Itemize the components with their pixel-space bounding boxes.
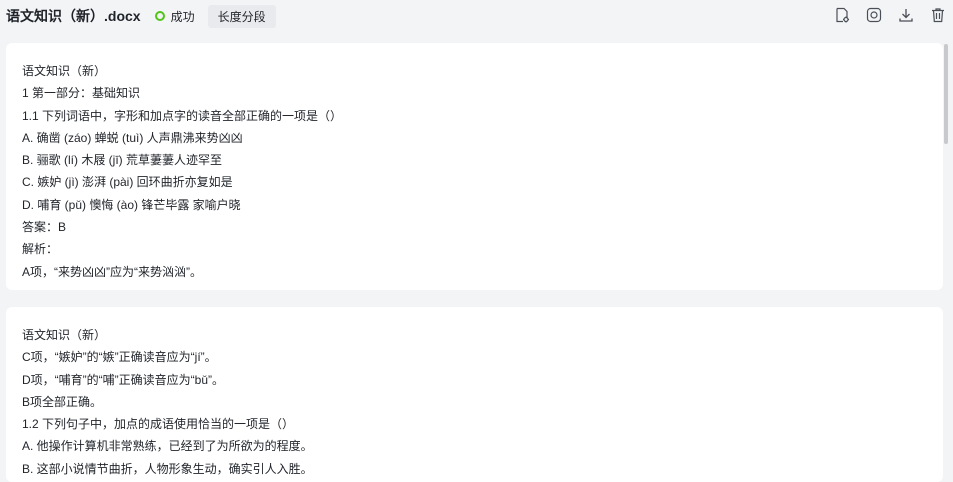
segment-line: B. 骊歌 (lí) 木屐 (jī) 荒草萋萋人迹罕至	[22, 153, 222, 168]
segment-line: A. 他操作计算机非常熟练，已经到了为所欲为的程度。	[22, 439, 313, 454]
segment-line: 1.2 下列句子中，加点的成语使用恰当的一项是（）	[22, 417, 295, 432]
vertical-scrollbar[interactable]	[944, 44, 948, 144]
screenshot-button[interactable]	[865, 6, 883, 24]
header-bar: 语文知识（新）.docx 成功 长度分段	[0, 0, 953, 32]
segment-line: 解析：	[22, 242, 59, 257]
status-label: 成功	[170, 9, 195, 24]
segment-mode-tag: 长度分段	[207, 4, 276, 28]
download-button[interactable]	[897, 6, 915, 24]
segment-line: 语文知识（新）	[22, 328, 107, 342]
segment-line: B. 这部小说情节曲折，人物形象生动，确实引人入胜。	[22, 461, 313, 476]
download-icon	[899, 9, 913, 22]
segment-card: 语文知识（新） C项，“嫉妒”的“嫉”正确读音应为“jí”。 D项，“哺育”的“…	[6, 307, 943, 482]
segment-line: D项，“哺育”的“哺”正确读音应为“bǔ”。	[22, 372, 224, 387]
status-indicator: 成功	[154, 8, 195, 25]
toolbar	[833, 6, 947, 24]
delete-button[interactable]	[929, 6, 947, 24]
segment-line: 1.1 下列词语中，字形和加点字的读音全部正确的一项是（）	[22, 108, 343, 123]
segment-line: B项全部正确。	[22, 394, 103, 409]
segment-line: A项，“来势凶凶”应为“来势汹汹”。	[22, 264, 202, 279]
camera-icon	[866, 7, 882, 23]
segment-line: D. 哺育 (pǔ) 懊悔 (ào) 锋芒毕露 家喻户晓	[22, 197, 241, 212]
segment-line: A. 确凿 (záo) 蝉蜕 (tuì) 人声鼎沸来势凶凶	[22, 130, 243, 145]
segment-line: 语文知识（新）	[22, 64, 107, 78]
segment-line: 1 第一部分：基础知识	[22, 86, 141, 101]
success-circle-icon	[154, 11, 165, 21]
segment-card: 语文知识（新） 1 第一部分：基础知识 1.1 下列词语中，字形和加点字的读音全…	[6, 43, 943, 290]
trash-icon	[932, 8, 944, 23]
segment-line: C项，“嫉妒”的“嫉”正确读音应为“jí”。	[22, 350, 217, 365]
segment-line: C. 嫉妒 (jì) 澎湃 (pài) 回环曲折亦复如是	[22, 175, 233, 190]
document-settings-button[interactable]	[833, 6, 851, 24]
segment-line: 答案：B	[22, 220, 67, 235]
document-title: 语文知识（新）.docx	[6, 8, 141, 24]
document-settings-icon	[836, 7, 849, 23]
